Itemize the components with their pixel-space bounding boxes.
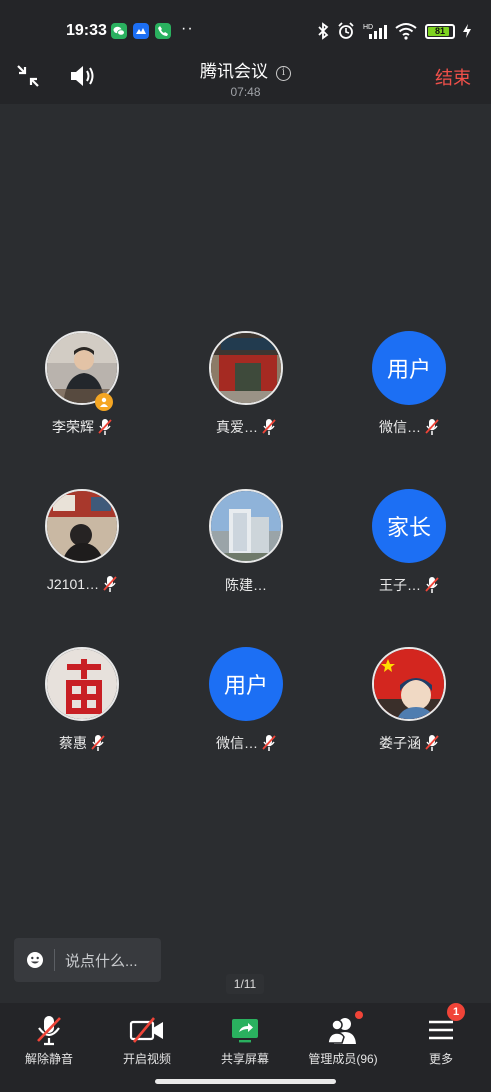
participant-name: 微信… (379, 419, 421, 435)
chat-placeholder: 说点什么... (65, 952, 138, 970)
participant-name: 李荣辉 (52, 419, 94, 435)
unmute-label: 解除静音 (24, 1052, 73, 1066)
participant-name-row: 王子… (379, 575, 439, 595)
participant-avatar (209, 489, 283, 563)
muted-mic-icon (425, 735, 439, 751)
app-notification-icon (133, 23, 149, 39)
participant-avatar (45, 489, 119, 563)
status-bar: 19:33 ·· HD 81 (0, 0, 491, 58)
meeting-title: 腾讯会议 (200, 62, 268, 81)
chat-input[interactable]: 说点什么... (14, 938, 161, 982)
muted-mic-icon (425, 577, 439, 593)
members-icon (323, 1011, 363, 1045)
chat-divider (54, 949, 55, 971)
menu-icon: 1 (421, 1003, 465, 1045)
host-badge-icon (95, 393, 113, 411)
participant-avatar (372, 647, 446, 721)
manage-members-label: 管理成员(96) (308, 1052, 378, 1066)
participant-avatar: 用户 (209, 647, 283, 721)
more-notification-badge: 1 (447, 1003, 465, 1021)
page-indicator: 1/11 (226, 974, 264, 994)
share-screen-icon (225, 1015, 265, 1045)
participant-tile[interactable]: 娄子涵 (349, 647, 469, 767)
participant-name: J2101… (46, 576, 100, 592)
participant-name-row: 娄子涵 (379, 733, 439, 753)
more-label: 更多 (428, 1052, 453, 1066)
participant-name-row: 真爱… (216, 417, 276, 437)
participant-avatar (45, 647, 119, 721)
start-video-label: 开启视频 (122, 1052, 171, 1066)
home-indicator[interactable] (155, 1079, 336, 1084)
speaker-button[interactable] (68, 62, 98, 95)
svg-text:HD: HD (363, 24, 373, 31)
participant-tile[interactable]: 李荣辉 (22, 331, 142, 451)
members-notification-dot (355, 1011, 363, 1019)
muted-mic-icon (91, 735, 105, 751)
battery-level: 81 (434, 26, 445, 36)
muted-mic-icon (262, 419, 276, 435)
share-screen-button[interactable]: 共享屏幕 (196, 1015, 294, 1067)
participant-avatar: 用户 (372, 331, 446, 405)
participant-tile[interactable]: 家长 王子… (349, 489, 469, 609)
participant-name: 蔡惠 (59, 735, 87, 751)
battery-icon: 81 (425, 23, 455, 39)
participant-tile[interactable]: J2101… (22, 489, 142, 609)
participant-name: 微信… (216, 735, 258, 751)
share-screen-label: 共享屏幕 (220, 1052, 269, 1066)
video-off-icon (127, 1015, 167, 1045)
manage-members-button[interactable]: 管理成员(96) (294, 1011, 392, 1067)
participant-name-row: 微信… (379, 417, 439, 437)
participant-name-row: 微信… (216, 733, 276, 753)
wifi-icon (395, 23, 417, 40)
emoji-icon[interactable] (26, 951, 44, 969)
phone-notification-icon (155, 23, 171, 39)
unmute-button[interactable]: 解除静音 (0, 1015, 98, 1067)
participant-name: 真爱… (216, 419, 258, 435)
alarm-icon (338, 22, 354, 39)
minimize-icon (17, 65, 39, 87)
participant-avatar (209, 331, 283, 405)
participant-tile[interactable]: 用户 微信… (186, 647, 306, 767)
bluetooth-icon (318, 22, 329, 40)
more-button[interactable]: 1 更多 (392, 1003, 490, 1067)
charging-icon (463, 24, 471, 38)
minimize-button[interactable] (14, 62, 42, 95)
participant-name-row: J2101… (47, 575, 117, 593)
participant-name: 娄子涵 (379, 735, 421, 751)
participant-name-row: 李荣辉 (52, 417, 112, 437)
participant-tile[interactable]: 蔡惠 (22, 647, 142, 767)
wechat-notification-icon (111, 23, 127, 39)
participant-tile[interactable]: 用户 微信… (349, 331, 469, 451)
muted-mic-icon (98, 419, 112, 435)
muted-mic-icon (103, 576, 117, 592)
cellular-signal-icon: HD (363, 24, 387, 39)
start-video-button[interactable]: 开启视频 (98, 1015, 196, 1067)
end-meeting-button[interactable]: 结束 (435, 64, 471, 90)
muted-mic-icon (262, 735, 276, 751)
status-time: 19:33 (66, 22, 107, 39)
muted-microphone-icon (29, 1015, 69, 1046)
participant-tile[interactable]: 陈建… (186, 489, 306, 609)
muted-mic-icon (425, 419, 439, 435)
info-icon[interactable]: i (276, 66, 291, 81)
participant-avatar: 家长 (372, 489, 446, 563)
meeting-header: 腾讯会议 i 07:48 结束 (0, 58, 491, 104)
status-indicators: HD 81 (317, 20, 471, 42)
participant-name: 王子… (379, 577, 421, 593)
participant-name: 陈建… (225, 577, 267, 593)
participant-tile[interactable]: 真爱… (186, 331, 306, 451)
speaker-icon (71, 66, 94, 86)
participant-name-row: 蔡惠 (59, 733, 105, 753)
participant-name-row: 陈建… (225, 575, 267, 595)
more-notifications-dots: ·· (181, 20, 194, 37)
